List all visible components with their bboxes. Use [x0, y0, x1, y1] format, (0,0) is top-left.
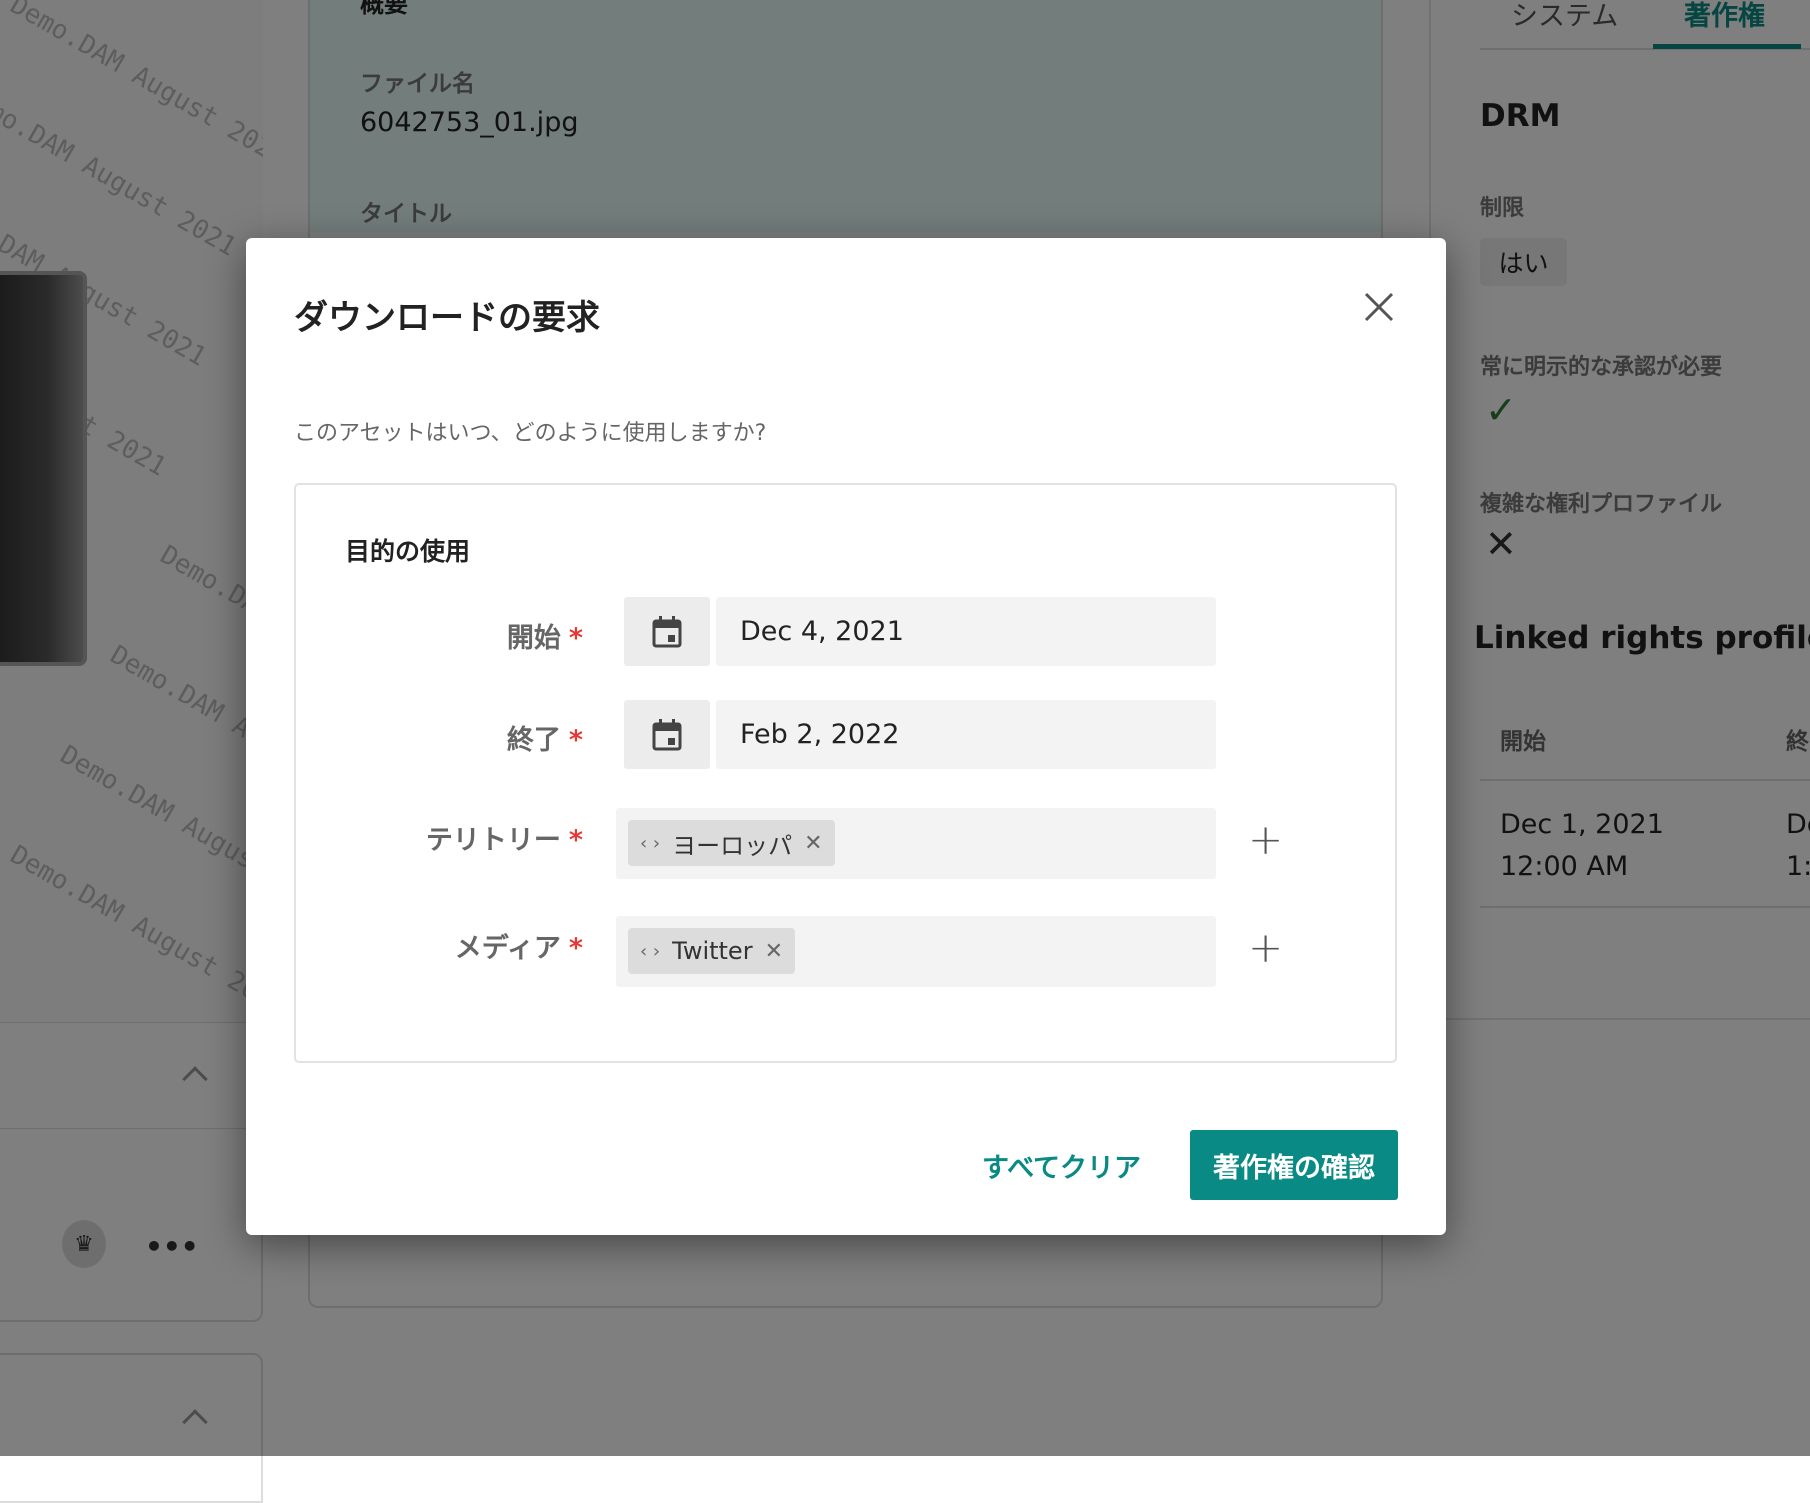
- dialog-subtitle: このアセットはいつ、どのように使用しますか?: [294, 421, 767, 446]
- close-icon: [1364, 292, 1394, 322]
- add-media-button[interactable]: +: [1248, 927, 1283, 969]
- download-request-dialog: ダウンロードの要求 このアセットはいつ、どのように使用しますか? 目的の使用 開…: [246, 238, 1446, 1235]
- territory-field[interactable]: ‹ › ヨーロッパ ✕: [616, 808, 1216, 879]
- media-label: メディア *: [454, 933, 583, 964]
- code-icon: ‹ ›: [640, 832, 661, 854]
- tag-label: Twitter: [672, 937, 753, 965]
- close-button[interactable]: [1358, 286, 1400, 328]
- code-icon: ‹ ›: [640, 940, 661, 962]
- confirm-copyright-button[interactable]: 著作権の確認: [1190, 1130, 1398, 1200]
- end-label: 終了 *: [506, 725, 583, 756]
- start-label: 開始 *: [506, 623, 583, 654]
- end-date-input[interactable]: [716, 700, 1216, 769]
- remove-tag-icon[interactable]: ✕: [765, 939, 783, 964]
- start-calendar-button[interactable]: [624, 597, 710, 666]
- start-date-input[interactable]: [716, 597, 1216, 666]
- calendar-icon: [652, 718, 682, 750]
- media-tag: ‹ › Twitter ✕: [628, 928, 795, 974]
- add-territory-button[interactable]: +: [1248, 819, 1283, 861]
- remove-tag-icon[interactable]: ✕: [804, 831, 822, 856]
- tag-label: ヨーロッパ: [672, 831, 793, 860]
- calendar-icon: [652, 615, 682, 647]
- media-field[interactable]: ‹ › Twitter ✕: [616, 916, 1216, 987]
- dialog-title: ダウンロードの要求: [294, 298, 600, 338]
- end-calendar-button[interactable]: [624, 700, 710, 769]
- section-title: 目的の使用: [345, 537, 471, 566]
- territory-tag: ‹ › ヨーロッパ ✕: [628, 820, 835, 866]
- clear-all-button[interactable]: すべてクリア: [982, 1146, 1141, 1185]
- territory-label: テリトリー *: [425, 825, 583, 856]
